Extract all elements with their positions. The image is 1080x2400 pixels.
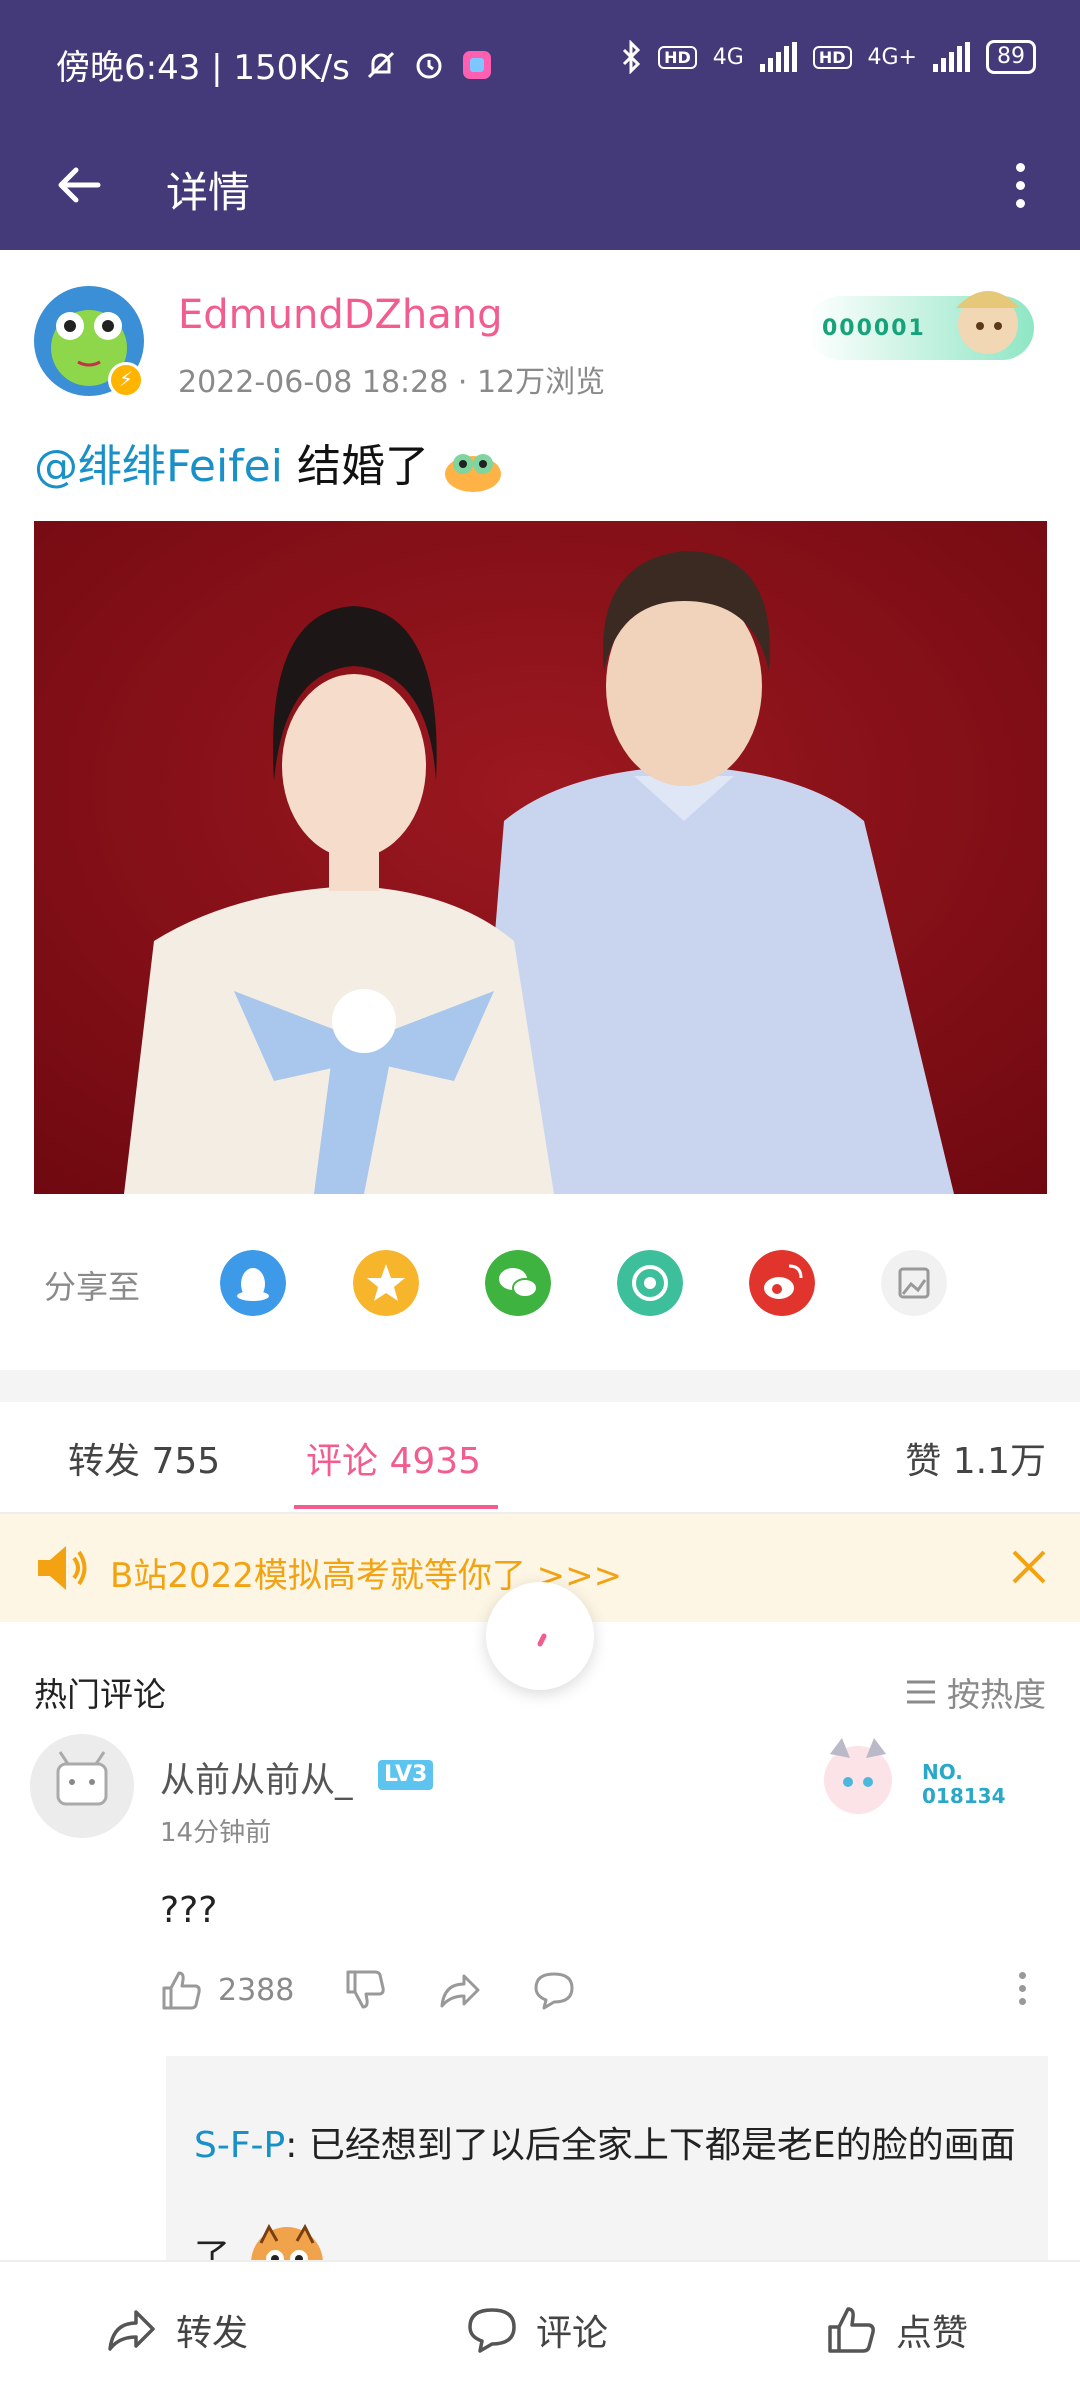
post-views: 12万浏览 (476, 365, 606, 400)
bottom-like-button[interactable]: 点赞 (826, 2304, 968, 2356)
bottom-comment-label: 评论 (536, 2313, 609, 2354)
status-right: HD 4G HD 4G+ 89 (620, 40, 1036, 74)
share-label: 分享至 (44, 1268, 141, 1306)
chat-bubble-icon (534, 1972, 574, 2010)
commenter-avatar[interactable] (30, 1734, 134, 1838)
share-arrow-icon (440, 1974, 480, 2008)
fan-card-no-label: NO. (922, 1760, 963, 1784)
comment-time: 14分钟前 (160, 1818, 272, 1848)
wedding-photo (34, 521, 1047, 1194)
chat-bubble-icon (468, 2308, 516, 2353)
moments-icon[interactable] (617, 1250, 683, 1316)
section-gap (0, 1370, 1080, 1402)
thumbs-down-icon (346, 1970, 385, 2009)
fan-card-number: NO. 018134 (922, 1760, 1006, 1808)
network-4g-2: 4G+ (867, 44, 917, 70)
wechat-icon[interactable] (485, 1250, 551, 1316)
bluetooth-icon (623, 40, 641, 74)
hd-badge-1: HD (658, 45, 697, 69)
page-title: 详情 (166, 168, 251, 217)
status-time-speed: 傍晚6:43 | 150K/s (56, 48, 350, 88)
lightning-badge-icon: ⚡ (108, 362, 144, 398)
like-count: 2388 (218, 1972, 295, 2008)
network-4g-1: 4G (712, 44, 744, 70)
status-bar: 傍晚6:43 | 150K/s HD 4G HD 4G+ 89 (0, 0, 1080, 125)
comment-text: ??? (160, 1890, 218, 1931)
list-icon (907, 1680, 935, 1704)
reply-button[interactable] (532, 1968, 576, 2012)
sort-label: 按热度 (947, 1675, 1046, 1714)
spinner-icon (537, 1633, 547, 1647)
author-name[interactable]: EdmundDZhang (178, 292, 503, 338)
emoji-sticker-icon (444, 454, 501, 492)
speaker-icon (38, 1546, 87, 1590)
active-tab-indicator (294, 1505, 498, 1509)
battery-indicator: 89 (986, 40, 1036, 74)
qzone-icon[interactable] (353, 1250, 419, 1316)
tab-repost[interactable]: 转发 755 (68, 1432, 220, 1484)
signal-icon-1 (759, 42, 797, 72)
bottom-repost-label: 转发 (176, 2313, 249, 2354)
dislike-button[interactable] (344, 1968, 388, 2012)
post-meta: 2022-06-08 18:28 · 12万浏览 (178, 357, 605, 401)
hot-comments-title: 热门评论 (34, 1675, 166, 1714)
share-arrow-icon (108, 2310, 155, 2351)
back-arrow-icon[interactable] (50, 155, 110, 215)
comment-username[interactable]: 从前从前从_ (160, 1752, 353, 1803)
status-left: 傍晚6:43 | 150K/s (56, 40, 494, 89)
fan-card-number: 000001 (822, 316, 926, 341)
bottom-repost-button[interactable]: 转发 (106, 2304, 248, 2356)
app-bar: 详情 (0, 125, 1080, 250)
like-button[interactable]: 2388 (160, 1968, 294, 2012)
tv-mascot-icon (56, 1751, 108, 1806)
comment-more-icon[interactable] (1016, 1972, 1028, 2012)
hd-badge-2: HD (812, 45, 852, 69)
tab-likes[interactable]: 赞 1.1万 (905, 1432, 1046, 1484)
loading-spinner (486, 1582, 594, 1690)
thumbs-up-icon (828, 2307, 875, 2353)
sort-button[interactable]: 按热度 (905, 1668, 1046, 1716)
user-level-badge: LV3 (378, 1760, 434, 1790)
alarm-icon (416, 53, 442, 78)
thumbs-up-icon (162, 1971, 201, 2010)
reply-username[interactable]: S-F-P (194, 2125, 285, 2166)
app-notification-icon (462, 50, 491, 79)
fan-card-no-value: 018134 (922, 1784, 1006, 1808)
more-options-icon[interactable] (1000, 155, 1040, 215)
meta-separator: · (457, 365, 477, 400)
mute-bell-icon (367, 51, 394, 78)
weibo-icon[interactable] (749, 1250, 815, 1316)
post-content: @绯绯Feifei 结婚了 (34, 430, 503, 494)
post-date: 2022-06-08 18:28 (178, 365, 449, 400)
image-icon[interactable] (881, 1250, 947, 1316)
post-image[interactable] (34, 521, 1047, 1194)
signal-icon-2 (933, 42, 970, 72)
tab-comments[interactable]: 评论 4935 (306, 1432, 481, 1484)
bottom-comment-button[interactable]: 评论 (466, 2304, 608, 2356)
mention-link[interactable]: @绯绯Feifei (34, 441, 283, 492)
bottom-like-label: 点赞 (896, 2313, 969, 2354)
post-text: 结婚了 (282, 441, 429, 492)
qq-icon[interactable] (220, 1250, 286, 1316)
close-icon[interactable] (1006, 1544, 1052, 1590)
comment-share-button[interactable] (438, 1968, 482, 2012)
